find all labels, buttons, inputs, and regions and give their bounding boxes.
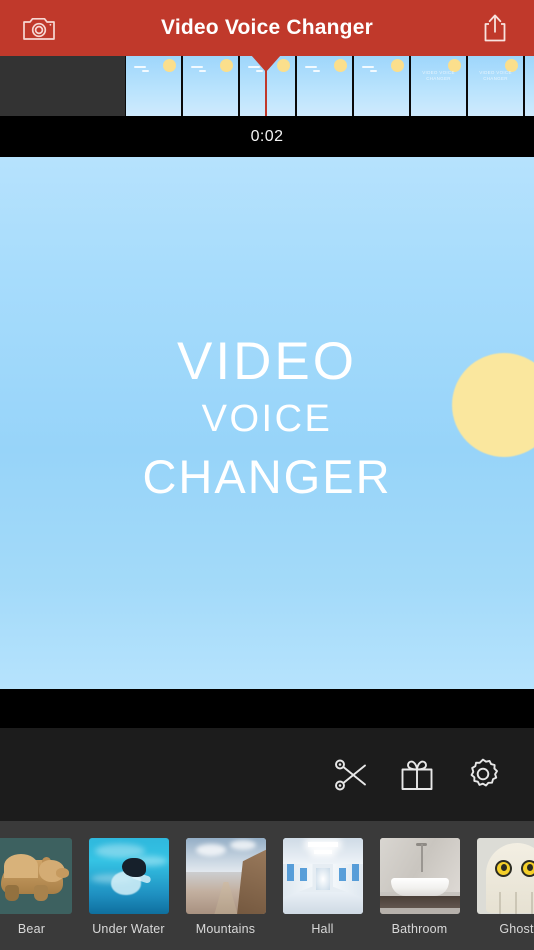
frame-cloud [134, 66, 146, 68]
time-bar: 0:02 [0, 116, 534, 157]
frame-sun-icon [220, 59, 233, 72]
effect-label: Bear [17, 922, 46, 936]
gift-button[interactable] [384, 742, 450, 808]
frame-cloud [142, 70, 149, 72]
filmstrip-frame[interactable]: VIDEO VOICE CHANGER [410, 56, 467, 116]
under-water-thumbnail-image [88, 838, 169, 914]
app-root: Video Voice Changer VIDEO VOICE CHANGER … [0, 0, 534, 950]
effects-track[interactable]: Bear Under Water Mountains Hall Bathroom… [0, 821, 534, 936]
trim-button[interactable] [318, 742, 384, 808]
filmstrip-frame[interactable] [125, 56, 182, 116]
effect-thumbnail-wrap [379, 838, 460, 914]
filmstrip-frame[interactable]: VIDEO VOICE CHANGER [524, 56, 534, 116]
video-preview[interactable]: VIDEO VOICE CHANGER [0, 157, 534, 689]
timeline-filmstrip[interactable]: VIDEO VOICE CHANGER VIDEO VOICE CHANGER … [0, 56, 534, 116]
effect-thumbnail-wrap [185, 838, 266, 914]
action-toolbar [0, 728, 534, 821]
bear-thumbnail-image [0, 838, 72, 914]
effect-item-hall[interactable]: Hall [274, 821, 371, 936]
effect-item-ghost[interactable]: Ghost [468, 821, 534, 936]
frame-cloud [305, 66, 317, 68]
filmstrip-frame[interactable] [353, 56, 410, 116]
frame-cloud [313, 70, 320, 72]
page-title: Video Voice Changer [161, 16, 373, 39]
frame-sun-icon [334, 59, 347, 72]
effect-label: Mountains [195, 922, 256, 936]
playhead-marker[interactable] [251, 56, 281, 116]
bathroom-thumbnail-image [379, 838, 460, 914]
ghost-thumbnail-image [476, 838, 534, 914]
effect-item-under-water[interactable]: Under Water [80, 821, 177, 936]
preview-letterbox [0, 689, 534, 728]
gear-icon [465, 757, 501, 792]
mountains-thumbnail-image [185, 838, 266, 914]
frame-sun-icon [163, 59, 176, 72]
scissors-icon [333, 758, 369, 792]
effect-item-bathroom[interactable]: Bathroom [371, 821, 468, 936]
settings-button[interactable] [450, 742, 516, 808]
share-icon [482, 13, 508, 43]
effect-thumbnail-wrap [476, 838, 534, 914]
preview-title-line-1: VIDEO [177, 332, 357, 391]
frame-caption: VIDEO VOICE CHANGER [422, 70, 455, 81]
preview-title-line-3: CHANGER [142, 450, 392, 503]
effect-label: Under Water [92, 922, 165, 936]
effect-label: Ghost [499, 922, 534, 936]
frame-cloud [370, 70, 377, 72]
frame-cloud [199, 70, 206, 72]
share-button[interactable] [474, 8, 516, 48]
camera-icon [22, 14, 56, 42]
effect-thumbnail-wrap [282, 838, 363, 914]
filmstrip-track[interactable]: VIDEO VOICE CHANGER VIDEO VOICE CHANGER … [125, 56, 534, 116]
gift-icon [399, 758, 435, 792]
frame-caption: VIDEO VOICE CHANGER [525, 70, 534, 82]
camera-button[interactable] [18, 8, 60, 48]
effect-thumbnail-wrap [88, 838, 169, 914]
effect-item-bear[interactable]: Bear [0, 821, 80, 936]
filmstrip-frame[interactable]: VIDEO VOICE CHANGER [467, 56, 524, 116]
effect-item-mountains[interactable]: Mountains [177, 821, 274, 936]
frame-caption: VIDEO VOICE CHANGER [479, 70, 512, 81]
effects-strip[interactable]: Bear Under Water Mountains Hall Bathroom… [0, 821, 534, 950]
frame-cloud [191, 66, 203, 68]
app-header: Video Voice Changer [0, 0, 534, 56]
frame-sun-icon [391, 59, 404, 72]
effect-thumbnail-wrap [0, 838, 72, 914]
effect-label: Bathroom [391, 922, 448, 936]
preview-title-line-2: VOICE [201, 398, 333, 440]
hall-thumbnail-image [282, 838, 363, 914]
preview-title-overlay: VIDEO VOICE CHANGER [0, 333, 534, 505]
filmstrip-frame[interactable] [296, 56, 353, 116]
frame-cloud [362, 66, 374, 68]
current-time-label: 0:02 [250, 127, 284, 145]
filmstrip-frame[interactable] [182, 56, 239, 116]
effect-label: Hall [311, 922, 334, 936]
